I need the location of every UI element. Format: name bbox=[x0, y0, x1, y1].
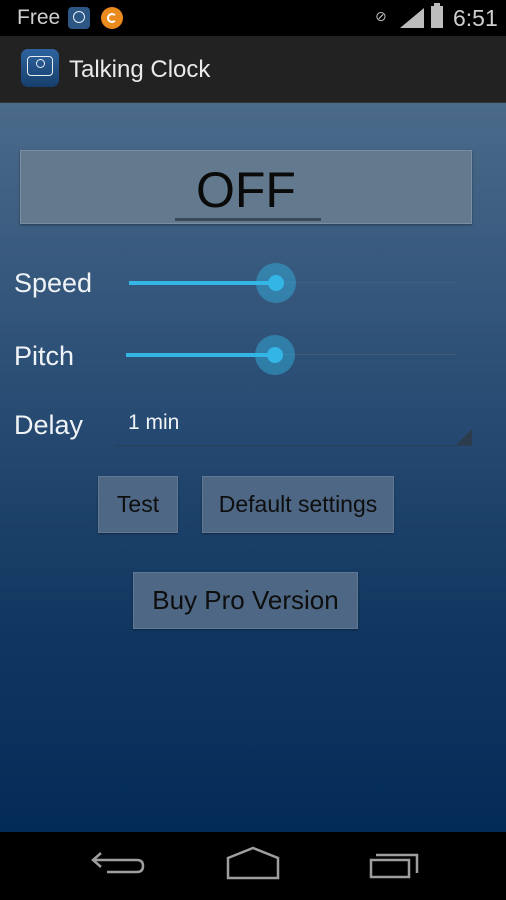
buy-pro-version-button[interactable]: Buy Pro Version bbox=[133, 572, 358, 629]
home-icon[interactable] bbox=[223, 846, 283, 886]
on-off-toggle-button[interactable]: OFF bbox=[20, 150, 472, 224]
toggle-underline bbox=[175, 218, 321, 221]
default-settings-button[interactable]: Default settings bbox=[202, 476, 394, 533]
back-icon[interactable] bbox=[85, 846, 145, 886]
dropdown-triangle-icon bbox=[456, 429, 472, 445]
status-bar: Free ⊘ 6:51 bbox=[0, 0, 506, 36]
delay-selected-value: 1 min bbox=[128, 411, 180, 434]
slider-fill bbox=[126, 353, 275, 357]
navigation-bar bbox=[0, 832, 506, 900]
speed-slider[interactable] bbox=[129, 263, 456, 303]
talking-clock-notification-icon bbox=[68, 7, 90, 29]
pitch-slider[interactable] bbox=[126, 335, 456, 375]
slider-thumb[interactable] bbox=[266, 347, 283, 363]
alarm-icon: ⊘ bbox=[375, 8, 387, 24]
slider-fill bbox=[129, 281, 277, 285]
test-button[interactable]: Test bbox=[98, 476, 178, 533]
toggle-label: OFF bbox=[196, 162, 296, 218]
pitch-label: Pitch bbox=[14, 341, 75, 371]
clock-time: 6:51 bbox=[453, 5, 498, 31]
orange-app-notification-icon bbox=[101, 7, 123, 29]
speed-label: Speed bbox=[14, 268, 93, 298]
delay-dropdown[interactable]: 1 min bbox=[115, 403, 472, 446]
signal-icon bbox=[400, 8, 424, 28]
delay-label: Delay bbox=[14, 410, 84, 440]
app-title: Talking Clock bbox=[69, 56, 211, 83]
action-bar: Talking Clock bbox=[0, 36, 506, 104]
carrier-label: Free bbox=[17, 6, 61, 29]
talking-clock-icon[interactable] bbox=[21, 49, 59, 87]
battery-icon bbox=[431, 3, 443, 28]
main-content: OFF Speed Pitch Delay 1 min Test Default… bbox=[0, 103, 506, 832]
recents-icon[interactable] bbox=[366, 846, 426, 886]
